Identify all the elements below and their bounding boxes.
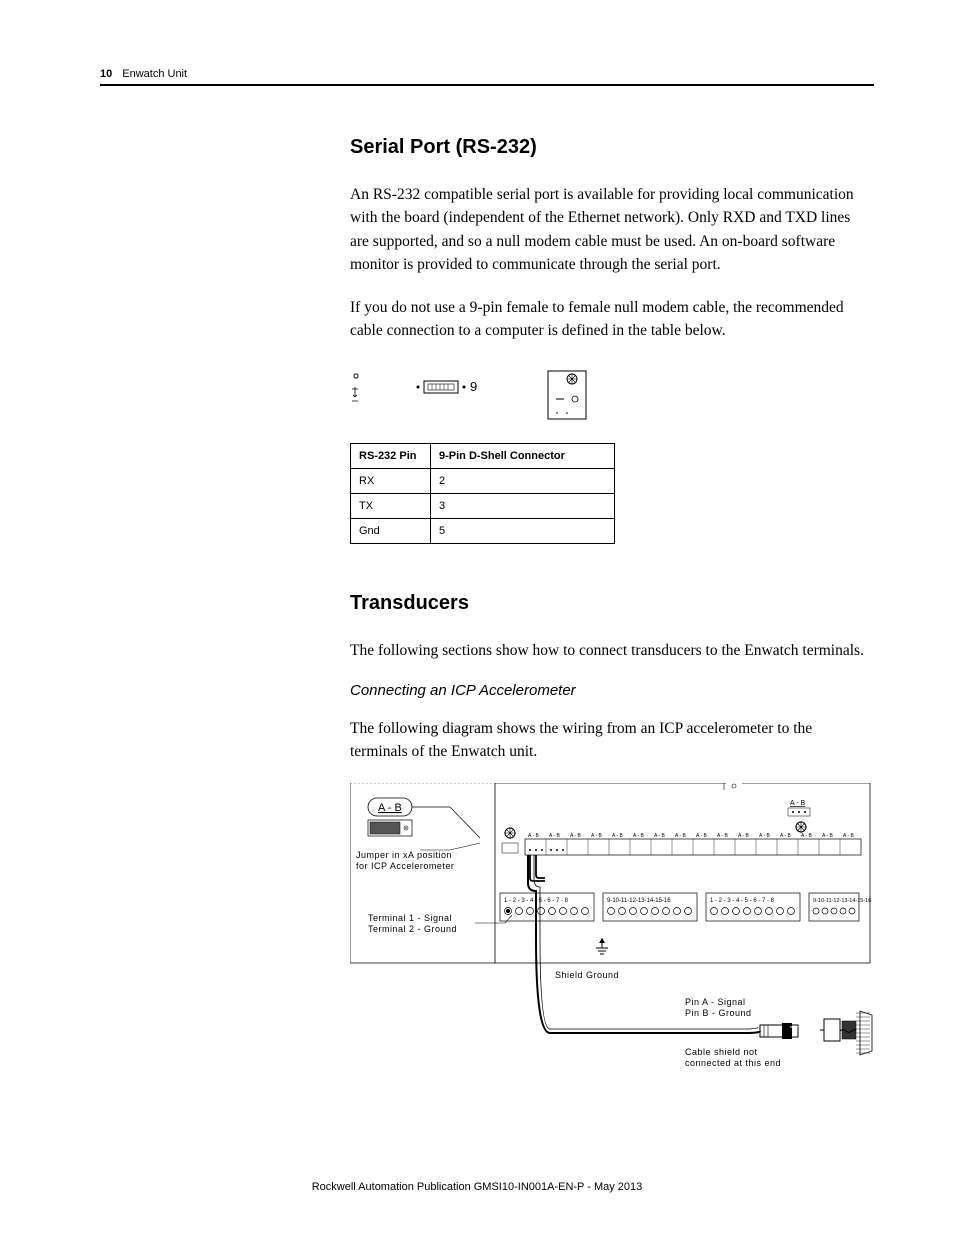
section-heading-serial: Serial Port (RS-232) — [350, 136, 864, 159]
svg-text:A - B: A - B — [696, 833, 708, 839]
table-header-pin: RS-232 Pin — [351, 443, 431, 468]
svg-text:A - B: A - B — [591, 833, 603, 839]
svg-text:A - B: A - B — [717, 833, 729, 839]
terminal-text-1: Terminal 1 - Signal — [368, 913, 452, 923]
cable-note-2: connected at this end — [685, 1058, 781, 1068]
page-header: 10 Enwatch Unit — [100, 68, 874, 86]
jumper-text-1: Jumper in xA position — [356, 850, 452, 860]
jumper-text-2: for ICP Accelerometer — [356, 861, 454, 871]
terminal-text-2: Terminal 2 - Ground — [368, 924, 457, 934]
svg-text:A - B: A - B — [843, 833, 855, 839]
serial-paragraph-1: An RS-232 compatible serial port is avai… — [350, 183, 864, 276]
header-title: Enwatch Unit — [122, 68, 187, 80]
serial-paragraph-2: If you do not use a 9-pin female to fema… — [350, 296, 864, 343]
table-row: Gnd 5 — [351, 518, 615, 543]
pin-9-label: 9 — [470, 379, 477, 394]
block-label-9-16: 9-10-11-12-13-14-15-16 — [607, 898, 671, 904]
shield-ground-text: Shield Ground — [555, 970, 619, 980]
svg-text:A - B: A - B — [570, 833, 582, 839]
table-cell: 3 — [431, 493, 615, 518]
table-cell: RX — [351, 468, 431, 493]
terminal-strip: A - B A - B A - B A - B A - B A - B A - B A … — [525, 833, 861, 855]
svg-text:1 - 2 - 3 - 4 - 5 - 6 - 7 - 8: 1 - 2 - 3 - 4 - 5 - 6 - 7 - 8 — [710, 898, 775, 904]
transducers-paragraph-1: The following sections show how to conne… — [350, 639, 864, 662]
svg-text:A - B: A - B — [759, 833, 771, 839]
ab-label: A - B — [378, 802, 402, 814]
pin-table: RS-232 Pin 9-Pin D-Shell Connector RX 2 … — [350, 443, 615, 544]
svg-text:A - B: A - B — [675, 833, 687, 839]
pin-b-text: Pin B - Ground — [685, 1008, 752, 1018]
page-footer: Rockwell Automation Publication GMSI10-I… — [0, 1181, 954, 1193]
svg-text:A - B: A - B — [738, 833, 750, 839]
section-heading-transducers: Transducers — [350, 592, 864, 615]
svg-text:A - B: A - B — [633, 833, 645, 839]
svg-text:A - B: A - B — [528, 833, 540, 839]
cable-note-1: Cable shield not — [685, 1047, 758, 1057]
main-content: Serial Port (RS-232) An RS-232 compatibl… — [350, 136, 864, 1083]
table-cell: Gnd — [351, 518, 431, 543]
svg-text:9-10-11-12-13-14-15-16: 9-10-11-12-13-14-15-16 — [813, 898, 871, 904]
table-header-connector: 9-Pin D-Shell Connector — [431, 443, 615, 468]
channel-blocks: 1 - 2 - 3 - 4 - 5 - 6 - 7 - 8 9-10-11-12… — [500, 893, 871, 921]
table-cell: 5 — [431, 518, 615, 543]
svg-text:A - B: A - B — [801, 833, 813, 839]
svg-text:A - B: A - B — [549, 833, 561, 839]
subsection-heading-icp: Connecting an ICP Accelerometer — [350, 682, 864, 699]
table-row: TX 3 — [351, 493, 615, 518]
transducers-paragraph-2: The following diagram shows the wiring f… — [350, 717, 864, 764]
icp-wiring-diagram: A - B A - B Jumper in xA position for IC… — [350, 783, 880, 1083]
page-number: 10 — [100, 68, 112, 80]
table-row: RX 2 — [351, 468, 615, 493]
svg-text:A - B: A - B — [780, 833, 792, 839]
table-cell: 2 — [431, 468, 615, 493]
table-cell: TX — [351, 493, 431, 518]
ab-small-label: A - B — [790, 800, 806, 807]
serial-port-diagram: 9 — [350, 369, 600, 421]
pin-a-text: Pin A - Signal — [685, 997, 746, 1007]
svg-text:A - B: A - B — [612, 833, 624, 839]
svg-text:A - B: A - B — [822, 833, 834, 839]
svg-text:A - B: A - B — [654, 833, 666, 839]
